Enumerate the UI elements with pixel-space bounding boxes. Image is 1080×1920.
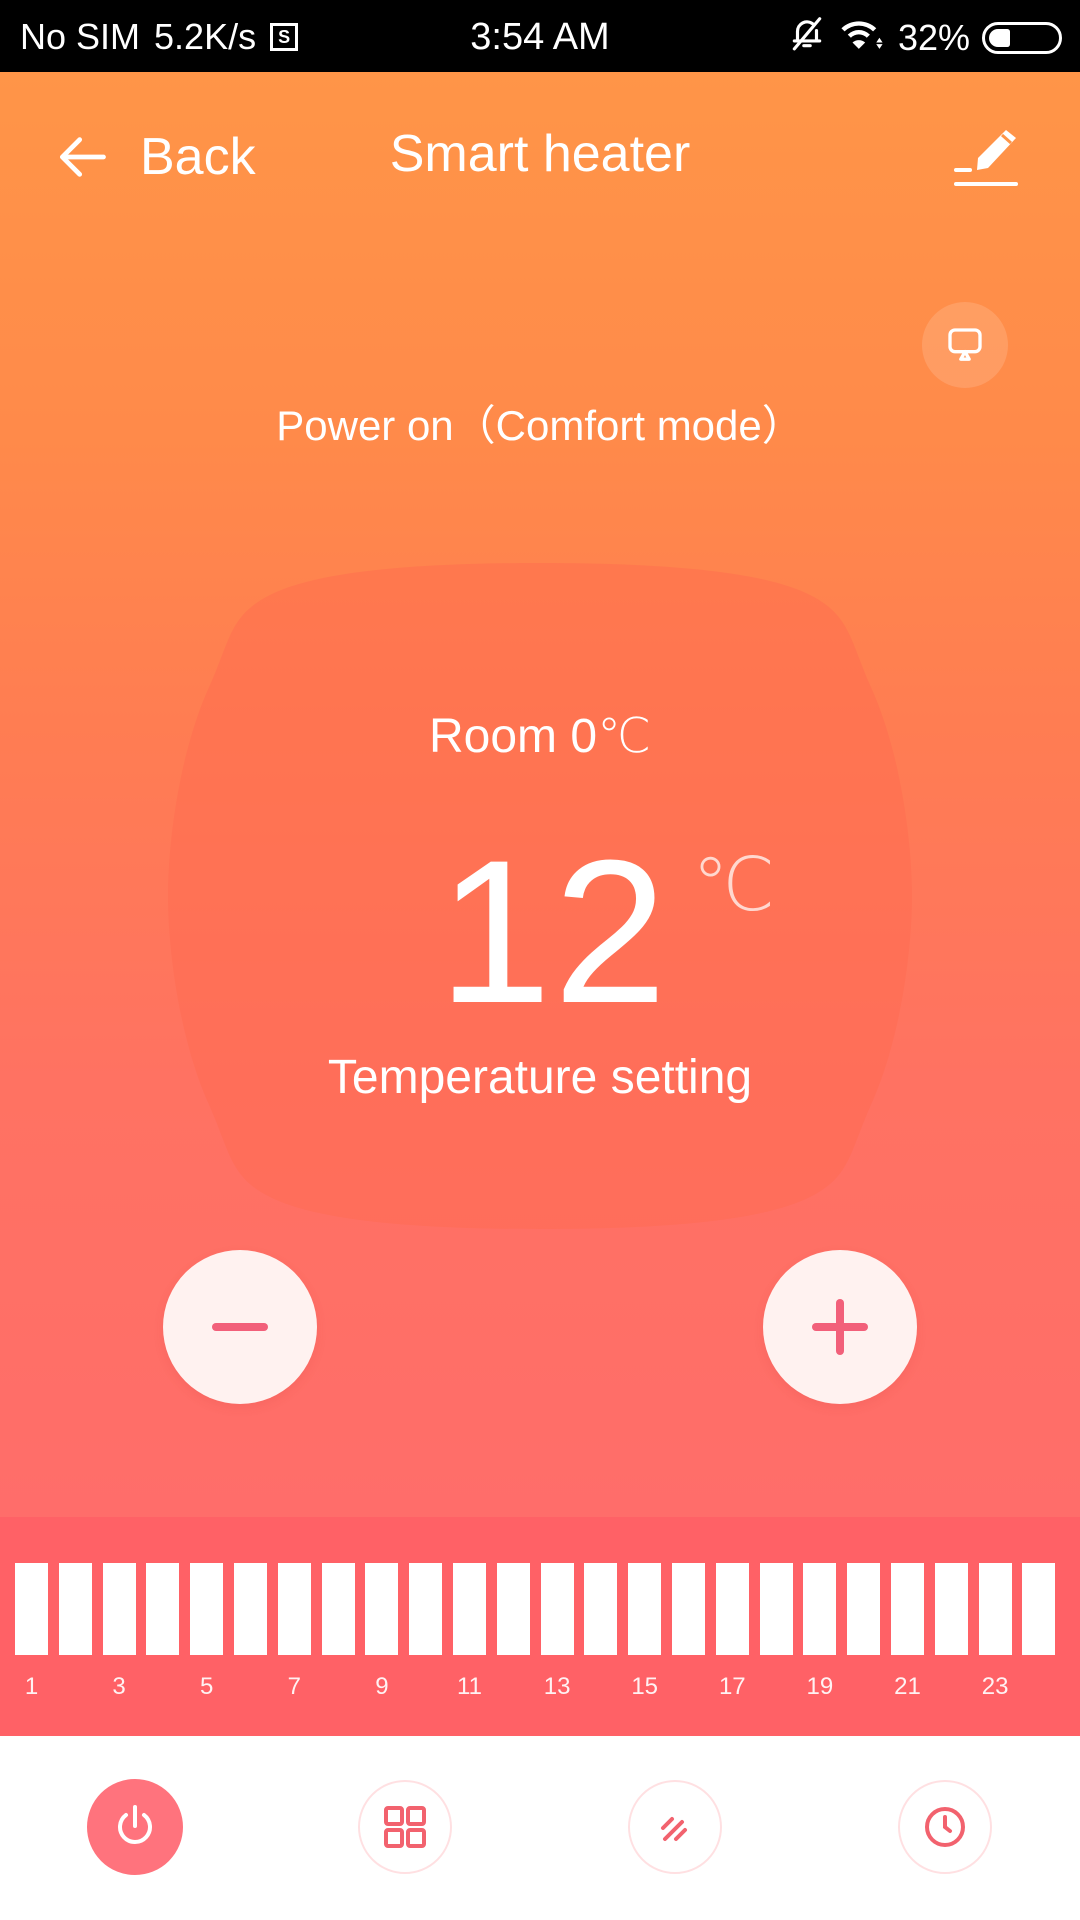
wifi-icon [838,14,886,61]
hour-label: 3 [112,1673,126,1700]
hour-label: 7 [287,1673,301,1700]
hour-slot-13[interactable] [540,1563,574,1655]
hour-label: 17 [718,1673,746,1700]
battery-percent-text: 32% [897,16,970,58]
net-speed-text: 5.2K/s [154,16,257,57]
hour-label: 19 [806,1673,834,1700]
hour-slot-20[interactable] [847,1563,881,1655]
fan-mode-button[interactable] [628,1780,722,1874]
back-label: Back [140,128,256,186]
fan-stripes-icon [661,1817,687,1841]
hour-slot-1[interactable] [15,1563,48,1655]
hour-label: 21 [894,1673,921,1700]
timer-clock-icon [925,1807,965,1847]
hour-slot-7[interactable] [277,1563,311,1655]
hour-slot-21[interactable] [891,1563,924,1655]
status-left: No SIM 5.2K/s S [20,16,299,58]
hour-label: 5 [200,1673,214,1700]
header: Back Smart heater [0,72,1080,242]
hour-slot-18[interactable] [759,1563,793,1655]
hour-slot-2[interactable] [58,1563,92,1655]
status-bar: No SIM 5.2K/s S 3:54 AM 32% [0,0,1080,72]
hour-label: 13 [543,1673,571,1700]
hour-slot-5[interactable] [190,1563,224,1655]
hour-slot-9[interactable] [365,1563,399,1655]
setpoint-value: 12 [438,818,669,1046]
timer-button[interactable] [898,1780,992,1874]
status-right: 32% [776,14,1062,61]
hour-slot-10[interactable] [409,1563,443,1655]
temperature-panel: Room 0℃ 12 ℃ Temperature setting [130,560,950,1232]
hourly-schedule: 1 3 5 7 9 11 13 15 17 19 21 23 [0,1517,1080,1736]
room-temperature: Room 0℃ [429,710,651,763]
modes-button[interactable] [358,1780,452,1874]
power-mode-status: Power on（Comfort mode） [276,402,804,449]
power-icon [118,1805,152,1844]
hour-slot-15[interactable] [628,1563,662,1655]
plus-icon [812,1299,868,1355]
hour-slot-11[interactable] [453,1563,486,1655]
modes-grid-icon [384,1806,426,1848]
power-button[interactable] [87,1779,183,1875]
hour-slot-16[interactable] [672,1563,705,1655]
setpoint-unit: ℃ [692,843,776,926]
hour-slot-14[interactable] [584,1563,618,1655]
hour-slot-12[interactable] [496,1563,530,1655]
hour-slot-8[interactable] [321,1563,355,1655]
back-button[interactable]: Back [58,122,256,192]
silent-bell-icon [788,14,826,61]
minus-icon [212,1323,268,1331]
hour-slot-19[interactable] [803,1563,837,1655]
hour-slot-3[interactable] [102,1563,136,1655]
hour-label: 23 [981,1673,1009,1700]
setpoint-display: 12 ℃ [130,822,950,1042]
battery-icon [982,21,1062,54]
edit-pencil-icon [954,130,1018,186]
increase-temperature-button[interactable] [763,1250,917,1404]
main-area: Back Smart heater Power on（Comfort mode）… [0,72,1080,1517]
battery-level-fill [989,28,1010,47]
hour-slot-22[interactable] [934,1563,968,1655]
setpoint-label: Temperature setting [327,1051,753,1104]
carrier-text: No SIM [20,16,141,57]
decrease-temperature-button[interactable] [163,1250,317,1404]
hour-label: 1 [24,1673,39,1700]
s-badge-icon: S [270,23,299,51]
edit-button[interactable] [948,122,1028,202]
monitor-icon [948,328,982,361]
hour-slot-24[interactable] [1022,1563,1056,1655]
hour-label: 11 [457,1673,482,1700]
display-settings-button[interactable] [922,302,1008,388]
hour-label: 9 [375,1673,389,1700]
hour-label: 15 [631,1673,659,1700]
bottom-nav [0,1736,1080,1920]
hour-slot-6[interactable] [234,1563,267,1655]
hour-slot-23[interactable] [978,1563,1012,1655]
hour-slot-17[interactable] [715,1563,749,1655]
hour-slot-4[interactable] [146,1563,180,1655]
arrow-left-icon [59,137,106,177]
